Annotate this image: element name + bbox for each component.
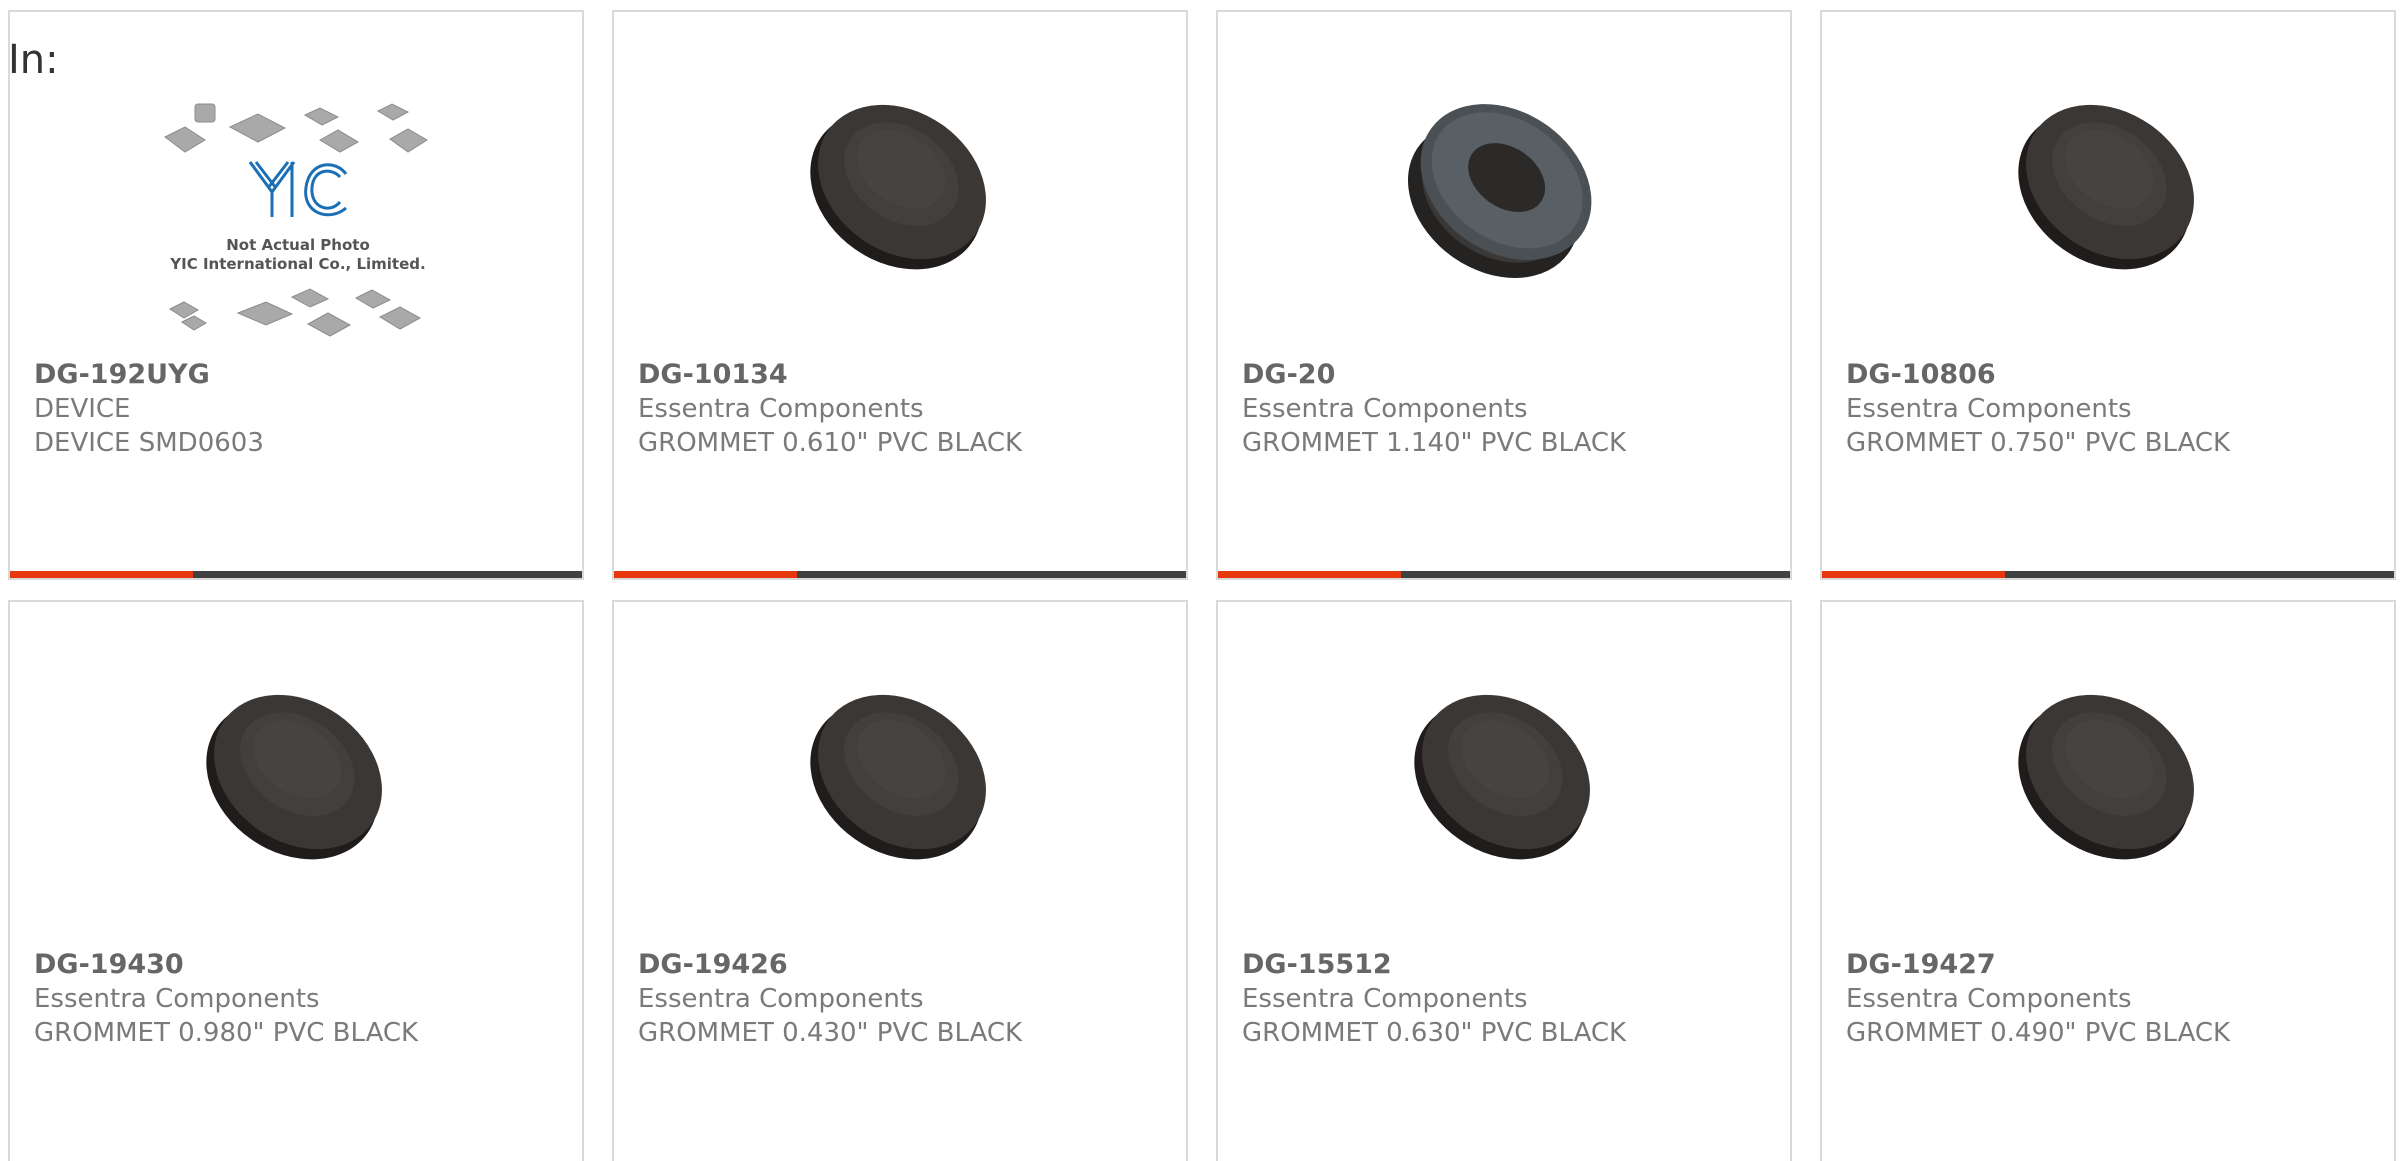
product-image (1822, 602, 2394, 942)
description: GROMMET 0.490" PVC BLACK (1846, 1018, 2231, 1048)
description: GROMMET 0.610" PVC BLACK (638, 428, 1023, 458)
product-card[interactable]: DG-10806 Essentra Components GROMMET 0.7… (1820, 10, 2396, 580)
manufacturer: Essentra Components (638, 394, 924, 424)
in-label: In: (8, 37, 59, 83)
product-grid-page: In: Not Actual Photo YIC International C… (0, 0, 2400, 1161)
part-number[interactable]: DG-19427 (1846, 948, 2384, 982)
grommet-image (810, 694, 986, 860)
manufacturer: Essentra Components (1242, 394, 1528, 424)
manufacturer: Essentra Components (1242, 984, 1528, 1014)
description: GROMMET 0.980" PVC BLACK (34, 1018, 419, 1048)
product-card[interactable]: DG-19427 Essentra Components GROMMET 0.4… (1820, 600, 2396, 1161)
grommet-image (2018, 104, 2194, 270)
part-number[interactable]: DG-192UYG (34, 358, 572, 392)
manufacturer: Essentra Components (1846, 394, 2132, 424)
description: GROMMET 0.750" PVC BLACK (1846, 428, 2231, 458)
card-bottom-bar (10, 571, 582, 578)
card-accent (10, 571, 193, 578)
manufacturer: Essentra Components (638, 984, 924, 1014)
product-image: Not Actual Photo YIC International Co., … (10, 12, 582, 352)
part-number[interactable]: DG-20 (1242, 358, 1780, 392)
product-image (1822, 12, 2394, 352)
grommet-ring-image (1407, 104, 1592, 278)
part-number[interactable]: DG-10806 (1846, 358, 2384, 392)
grommet-image (810, 104, 986, 270)
grommet-image (206, 694, 382, 860)
card-accent (1822, 571, 2005, 578)
product-image (614, 12, 1186, 352)
manufacturer: DEVICE (34, 394, 131, 424)
product-card[interactable]: Not Actual Photo YIC International Co., … (8, 10, 584, 580)
product-card[interactable]: DG-15512 Essentra Components GROMMET 0.6… (1216, 600, 1792, 1161)
description: GROMMET 0.430" PVC BLACK (638, 1018, 1023, 1048)
product-card[interactable]: DG-19430 Essentra Components GROMMET 0.9… (8, 600, 584, 1161)
product-image (1218, 602, 1790, 942)
card-accent (614, 571, 797, 578)
product-image (614, 602, 1186, 942)
grommet-image (2018, 694, 2194, 860)
card-bottom-bar (614, 571, 1186, 578)
not-actual-photo-image: Not Actual Photo YIC International Co., … (164, 103, 428, 337)
description: DEVICE SMD0603 (34, 428, 264, 458)
product-image (10, 602, 582, 942)
product-card[interactable]: DG-19426 Essentra Components GROMMET 0.4… (612, 600, 1188, 1161)
part-number[interactable]: DG-10134 (638, 358, 1176, 392)
svg-text:YIC International Co., Limited: YIC International Co., Limited. (169, 255, 425, 273)
grommet-image (1414, 694, 1590, 860)
product-image (1218, 12, 1790, 352)
card-accent (1218, 571, 1401, 578)
svg-text:Not Actual Photo: Not Actual Photo (226, 236, 370, 254)
part-number[interactable]: DG-15512 (1242, 948, 1780, 982)
card-bottom-bar (1218, 571, 1790, 578)
card-bottom-bar (1822, 571, 2394, 578)
description: GROMMET 1.140" PVC BLACK (1242, 428, 1627, 458)
part-number[interactable]: DG-19426 (638, 948, 1176, 982)
manufacturer: Essentra Components (1846, 984, 2132, 1014)
part-number[interactable]: DG-19430 (34, 948, 572, 982)
product-card[interactable]: DG-10134 Essentra Components GROMMET 0.6… (612, 10, 1188, 580)
manufacturer: Essentra Components (34, 984, 320, 1014)
product-card[interactable]: DG-20 Essentra Components GROMMET 1.140"… (1216, 10, 1792, 580)
description: GROMMET 0.630" PVC BLACK (1242, 1018, 1627, 1048)
